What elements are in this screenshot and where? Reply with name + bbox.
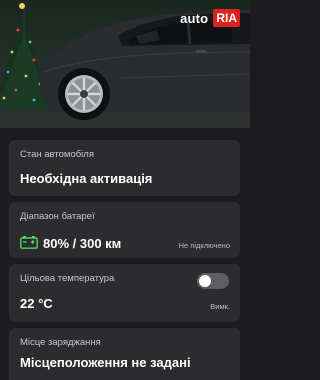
battery-range-value: 80% / 300 км (43, 236, 122, 251)
target-temperature-card[interactable]: Цільова температура 22 °C Вимк. (9, 264, 240, 322)
climate-toggle-state: Вимк. (210, 302, 230, 311)
car-status-card[interactable]: Стан автомобіля Необхідна активація (9, 140, 240, 196)
battery-charging-icon (20, 236, 38, 249)
target-temperature-label: Цільова температура (20, 273, 115, 284)
charging-location-label: Місце заряджання (20, 337, 101, 348)
car-status-label: Стан автомобіля (20, 149, 94, 160)
target-temperature-value: 22 °C (20, 296, 53, 311)
logo-text-ria: RIA (213, 9, 240, 27)
battery-range-card[interactable]: Діапазон батареї 80% / 300 км Не підключ… (9, 202, 240, 258)
toggle-knob (199, 275, 211, 287)
car-wheel (58, 68, 110, 120)
car-app-screen: auto RIA Стан автомобіля Необхідна актив… (0, 0, 250, 380)
logo-text-auto: auto (180, 10, 209, 26)
charging-location-card[interactable]: Місце заряджання Місцеположення не задан… (9, 328, 240, 380)
battery-range-label: Діапазон батареї (20, 211, 95, 222)
autoria-logo: auto RIA (177, 8, 240, 28)
car-photo: auto RIA (0, 0, 250, 128)
charging-location-value: Місцеположення не задані (20, 355, 191, 370)
status-cards: Стан автомобіля Необхідна активація Діап… (0, 128, 250, 380)
climate-toggle[interactable] (197, 273, 229, 289)
christmas-tree-decoration (0, 3, 52, 120)
car-status-value: Необхідна активація (20, 171, 153, 186)
charger-connection-status: Не підключено (178, 241, 230, 250)
